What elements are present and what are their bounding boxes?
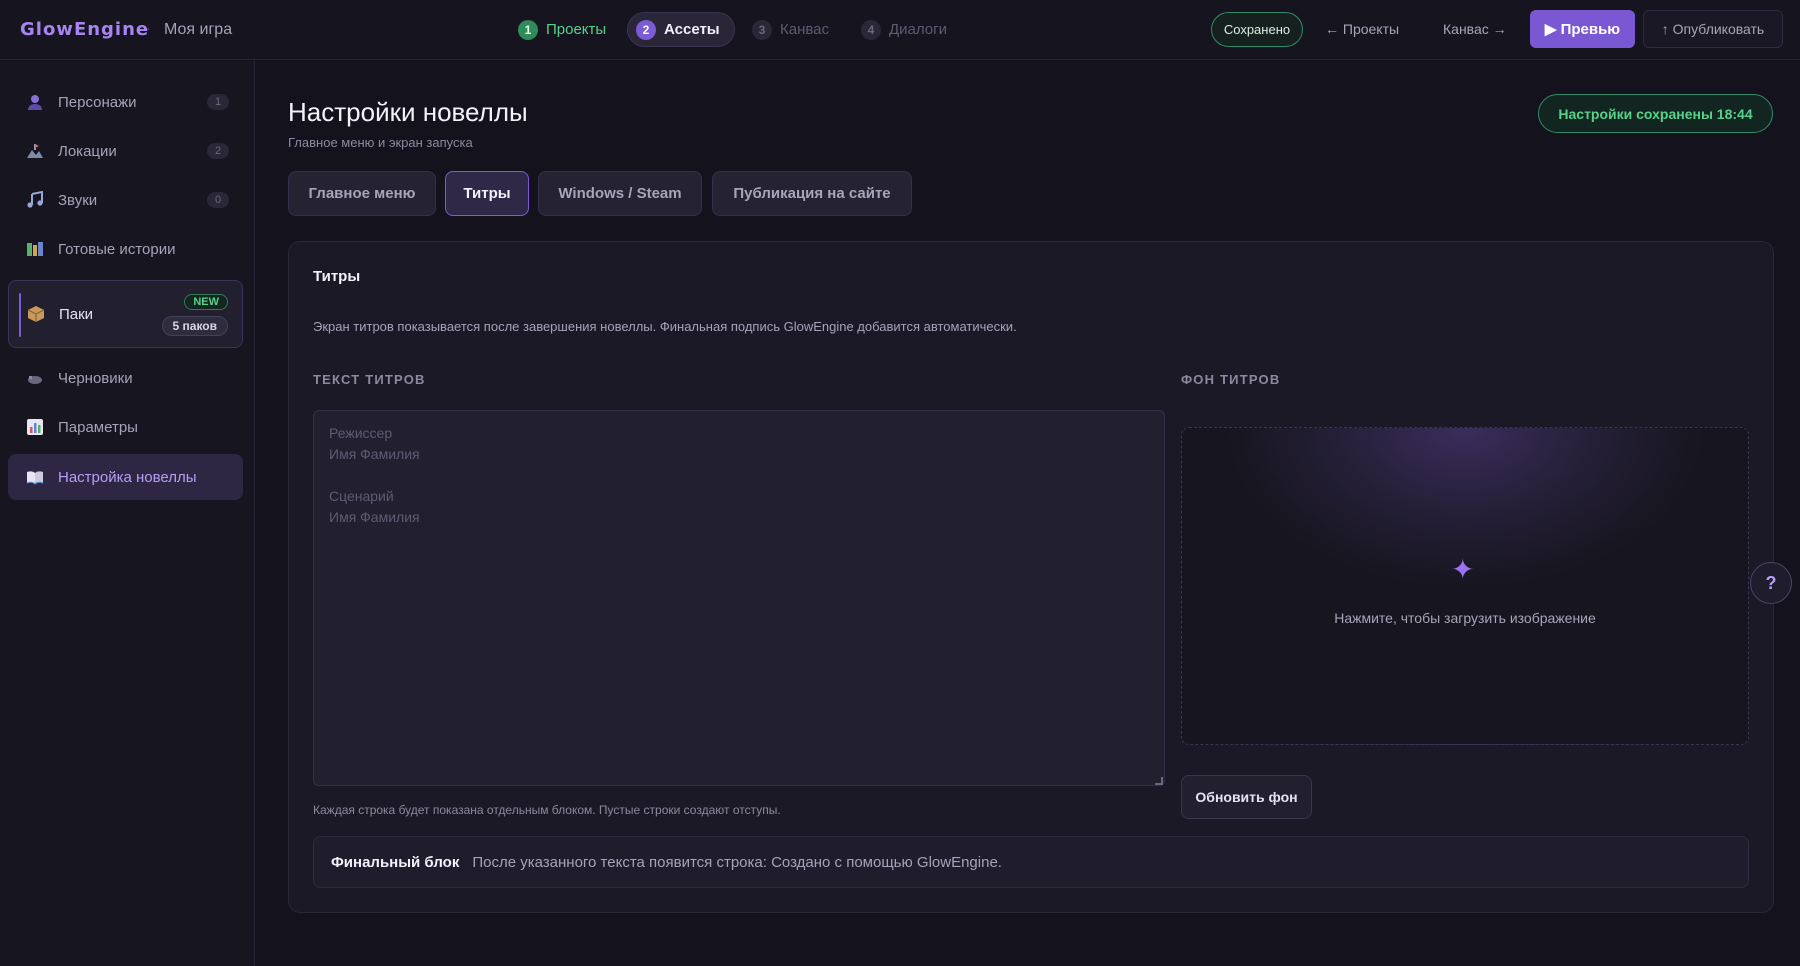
- final-block-title: Финальный блок: [331, 853, 460, 871]
- credits-text-label: ТЕКСТ ТИТРОВ: [313, 372, 426, 387]
- credits-hint: Каждая строка будет показана отдельным б…: [313, 803, 781, 817]
- sidebar-item-count: 2: [207, 143, 229, 159]
- sidebar-item-packs[interactable]: Паки NEW 5 паков: [8, 280, 243, 348]
- page-subtitle: Главное меню и экран запуска: [288, 135, 473, 150]
- brand-separator: ·: [146, 20, 151, 36]
- drafts-icon: [25, 368, 45, 388]
- step-number: 2: [636, 19, 656, 40]
- step-dialogs[interactable]: 4 Диалоги: [853, 12, 961, 47]
- step-label: Канвас: [780, 21, 830, 38]
- sidebar-item-count: 1: [207, 94, 229, 110]
- background-upload-area[interactable]: [1181, 427, 1749, 745]
- preview-button[interactable]: ▶ Превью: [1530, 10, 1635, 48]
- tab-windows-steam[interactable]: Windows / Steam: [538, 171, 702, 216]
- final-block-text: После указанного текста появится строка:…: [472, 853, 1002, 871]
- tab-main-menu[interactable]: Главное меню: [288, 171, 436, 216]
- package-icon: [26, 304, 46, 324]
- music-note-icon: [25, 190, 45, 210]
- step-assets[interactable]: 2 Ассеты: [627, 12, 735, 47]
- sidebar-item-label: Настройка новеллы: [58, 468, 197, 486]
- books-icon: [25, 239, 45, 259]
- step-number: 3: [752, 19, 772, 40]
- book-icon: [25, 467, 45, 487]
- step-label: Диалоги: [889, 21, 947, 38]
- location-icon: [25, 141, 45, 161]
- sidebar-item-sounds[interactable]: Звуки 0: [8, 177, 243, 223]
- back-to-projects-link[interactable]: ← Проекты: [1325, 21, 1399, 37]
- brand-logo[interactable]: GlowEngine: [20, 19, 149, 40]
- settings-saved-toast: Настройки сохранены 18:44: [1538, 94, 1773, 133]
- new-badge: NEW: [184, 294, 228, 310]
- forward-to-canvas-link[interactable]: Канвас →: [1443, 21, 1507, 37]
- help-button[interactable]: ?: [1750, 562, 1792, 604]
- top-bar: GlowEngine · Моя игра 1 Проекты 2 Ассеты…: [0, 0, 1800, 60]
- project-name: Моя игра: [164, 21, 233, 38]
- saved-status-badge: Сохранено: [1211, 12, 1303, 47]
- sidebar-item-locations[interactable]: Локации 2: [8, 128, 243, 174]
- card-title: Титры: [313, 268, 361, 285]
- person-icon: [25, 92, 45, 112]
- upload-prompt: Нажмите, чтобы загрузить изображение: [1334, 610, 1596, 626]
- step-canvas[interactable]: 3 Канвас: [744, 12, 843, 47]
- sidebar: Персонажи 1 Локации 2 Звуки 0 Готовые ис…: [0, 60, 255, 966]
- sparkle-icon: ✦: [1451, 554, 1475, 585]
- sidebar-item-label: Звуки: [58, 191, 98, 209]
- sidebar-item-characters[interactable]: Персонажи 1: [8, 79, 243, 125]
- final-block: Финальный блок После указанного текста п…: [313, 836, 1749, 888]
- update-background-button[interactable]: Обновить фон: [1181, 775, 1312, 819]
- sidebar-item-label: Параметры: [58, 418, 138, 436]
- credits-text-input[interactable]: [313, 410, 1165, 786]
- step-number: 1: [518, 19, 538, 40]
- tab-credits[interactable]: Титры: [445, 171, 529, 216]
- sidebar-item-label: Локации: [58, 142, 117, 160]
- sidebar-item-label: Черновики: [58, 369, 133, 387]
- step-projects[interactable]: 1 Проекты: [510, 12, 620, 47]
- sidebar-item-drafts[interactable]: Черновики: [8, 355, 243, 401]
- sidebar-item-label: Паки: [59, 305, 94, 323]
- sidebar-item-label: Персонажи: [58, 93, 137, 111]
- publish-button[interactable]: ↑ Опубликовать: [1643, 10, 1783, 48]
- chart-icon: [25, 417, 45, 437]
- page-title: Настройки новеллы: [288, 97, 528, 127]
- step-label: Проекты: [546, 21, 607, 38]
- card-description: Экран титров показывается после завершен…: [313, 319, 1017, 334]
- packs-count-badge: 5 паков: [161, 316, 228, 336]
- sidebar-item-parameters[interactable]: Параметры: [8, 404, 243, 450]
- step-number: 4: [861, 19, 881, 40]
- resize-handle[interactable]: [1155, 777, 1163, 785]
- tab-web-publishing[interactable]: Публикация на сайте: [712, 171, 912, 216]
- sidebar-item-novel-settings[interactable]: Настройка новеллы: [8, 454, 243, 500]
- sidebar-item-ready-stories[interactable]: Готовые истории: [8, 226, 243, 272]
- credits-background-label: ФОН ТИТРОВ: [1181, 372, 1281, 387]
- step-label: Ассеты: [664, 21, 720, 38]
- sidebar-item-count: 0: [207, 192, 229, 208]
- sidebar-item-label: Готовые истории: [58, 240, 176, 258]
